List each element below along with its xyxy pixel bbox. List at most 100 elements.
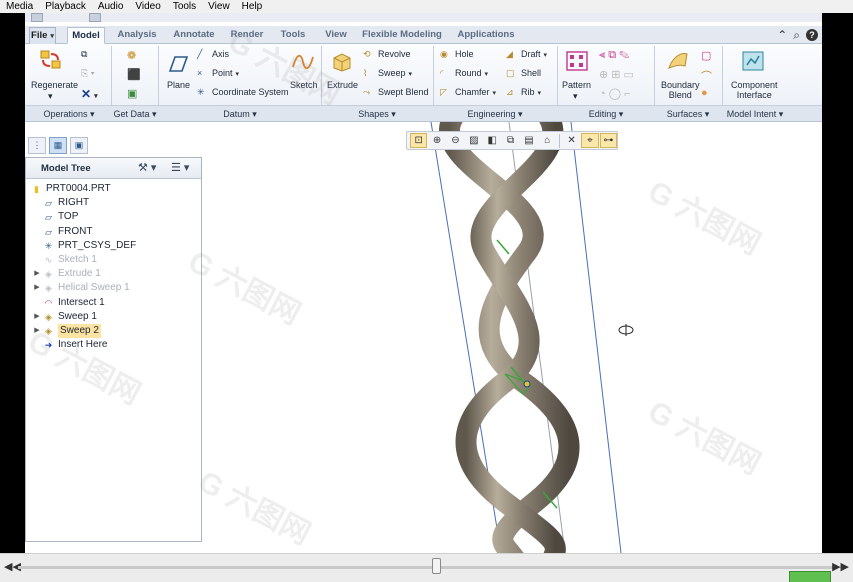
- tab-file[interactable]: File ▾: [29, 27, 56, 44]
- regenerate-button[interactable]: Regenerate: [31, 80, 78, 90]
- group-operations[interactable]: Operations ▾: [29, 106, 109, 122]
- quick-access-icon[interactable]: [89, 13, 101, 22]
- tab-render[interactable]: Render: [228, 27, 266, 44]
- mirror-icon[interactable]: ⫷ ⧉ ✎: [599, 49, 629, 62]
- menu-audio[interactable]: Audio: [98, 0, 124, 13]
- tab-analysis[interactable]: Analysis: [114, 27, 160, 44]
- hole-button[interactable]: ◉ Hole: [440, 49, 474, 60]
- volume-indicator[interactable]: [789, 571, 831, 582]
- delete-icon[interactable]: ✕ ▾: [81, 87, 98, 101]
- menu-view[interactable]: View: [208, 0, 230, 13]
- model-tree-item[interactable]: ▶ ◈ Sweep 1: [32, 310, 97, 324]
- boundary-blend-button[interactable]: Boundary Blend: [661, 80, 700, 100]
- menu-help[interactable]: Help: [242, 0, 263, 13]
- draft-button[interactable]: ◢ Draft ▾: [506, 49, 547, 60]
- coordinate-system-button[interactable]: ✳ Coordinate System: [197, 87, 289, 98]
- rib-icon: ⊿: [506, 87, 514, 98]
- repaint-icon[interactable]: ▨: [465, 133, 482, 148]
- expand-arrow-icon[interactable]: ▶: [32, 324, 42, 338]
- model-tree-item[interactable]: ◠ Intersect 1: [32, 296, 105, 310]
- annotation-display-icon[interactable]: ⌖: [581, 133, 599, 148]
- component-interface-button[interactable]: Component Interface: [731, 80, 778, 100]
- group-editing[interactable]: Editing ▾: [559, 106, 653, 122]
- search-icon[interactable]: ⌕: [793, 28, 800, 43]
- model-tree-item[interactable]: ∿ Sketch 1: [32, 253, 97, 267]
- expand-arrow-icon[interactable]: ▶: [32, 310, 42, 324]
- view-manager-icon[interactable]: ▤: [520, 133, 537, 148]
- tab-view[interactable]: View: [320, 27, 352, 44]
- model-tree-item[interactable]: ▶ ◈ Sweep 2: [32, 324, 101, 338]
- group-get-data[interactable]: Get Data ▾: [113, 106, 157, 122]
- model-tree-item[interactable]: ▶ ◈ Extrude 1: [32, 267, 101, 281]
- graphics-area[interactable]: [205, 122, 822, 553]
- quick-access-icon[interactable]: [31, 13, 43, 22]
- model-tree-item[interactable]: ▶ ◈ Helical Sweep 1: [32, 281, 129, 295]
- perspective-icon[interactable]: ⌂: [539, 133, 556, 148]
- tab-tools[interactable]: Tools: [276, 27, 310, 44]
- model-tree-item[interactable]: ✳ PRT_CSYS_DEF: [32, 239, 136, 253]
- rib-button[interactable]: ⊿ Rib ▾: [506, 87, 541, 98]
- spin-center-toggle-icon[interactable]: ⊶: [599, 133, 618, 148]
- round-button[interactable]: ◜ Round ▾: [440, 68, 488, 79]
- forward-icon[interactable]: ▶▶: [832, 560, 849, 573]
- shell-button[interactable]: ▢ Shell: [506, 68, 541, 79]
- csys-marker: [523, 380, 531, 388]
- tab-flexible-modeling[interactable]: Flexible Modeling: [360, 27, 444, 44]
- seek-bar[interactable]: [18, 566, 833, 569]
- style-icon[interactable]: ⌒: [701, 68, 712, 84]
- menu-tools[interactable]: Tools: [173, 0, 196, 13]
- zoom-in-icon[interactable]: ⊕: [428, 133, 445, 148]
- display-style-icon[interactable]: ◧: [484, 133, 501, 148]
- refit-icon[interactable]: ⊡: [410, 133, 428, 148]
- tab-applications[interactable]: Applications: [452, 27, 520, 44]
- tab-model[interactable]: Model: [67, 27, 105, 44]
- axis-button[interactable]: ╱ Axis: [197, 49, 229, 60]
- zoom-out-icon[interactable]: ⊖: [447, 133, 464, 148]
- model-tree-item[interactable]: ▮ PRT0004.PRT: [30, 182, 111, 196]
- tree-settings-icon[interactable]: ⚒ ▾: [138, 161, 156, 174]
- group-datum[interactable]: Datum ▾: [161, 106, 319, 122]
- model-tree-item[interactable]: ▱ TOP: [32, 210, 78, 224]
- seek-thumb[interactable]: [432, 558, 441, 574]
- tab-annotate[interactable]: Annotate: [170, 27, 218, 44]
- menu-playback[interactable]: Playback: [45, 0, 86, 13]
- model-tree-tab-icon[interactable]: ⋮: [28, 137, 46, 154]
- menu-video[interactable]: Video: [135, 0, 160, 13]
- model-tree-item[interactable]: ➜ Insert Here: [32, 338, 108, 352]
- folder-browser-tab-icon[interactable]: ▦: [49, 137, 67, 154]
- group-model-intent[interactable]: Model Intent ▾: [724, 106, 786, 122]
- extrude-button[interactable]: Extrude: [327, 80, 358, 90]
- pattern-caret-icon[interactable]: ▾: [573, 91, 578, 102]
- model-tree-item[interactable]: ▱ FRONT: [32, 225, 92, 239]
- user-defined-feature-icon[interactable]: ❁: [127, 49, 136, 62]
- rib-label: Rib: [521, 87, 535, 97]
- expand-arrow-icon[interactable]: ▶: [32, 267, 42, 281]
- plane-button[interactable]: Plane: [167, 80, 190, 90]
- datum-display-icon[interactable]: ✕: [563, 133, 580, 148]
- regenerate-caret-icon[interactable]: ▾: [48, 91, 53, 102]
- swept-blend-button[interactable]: ⤳ Swept Blend: [363, 87, 429, 98]
- shrinkwrap-icon[interactable]: ▣: [127, 87, 137, 100]
- tree-show-icon[interactable]: ☰ ▾: [171, 161, 189, 174]
- fill-icon[interactable]: ▢: [701, 49, 711, 62]
- minimize-ribbon-icon[interactable]: ⌃: [777, 28, 787, 42]
- revolve-button[interactable]: ⟲ Revolve: [363, 49, 411, 60]
- menu-media[interactable]: Media: [6, 0, 33, 13]
- group-surfaces[interactable]: Surfaces ▾: [656, 106, 720, 122]
- copy-geometry-icon[interactable]: ⬛: [127, 68, 141, 81]
- sketch-button[interactable]: Sketch: [290, 80, 318, 90]
- group-engineering[interactable]: Engineering ▾: [435, 106, 555, 122]
- pattern-button[interactable]: Pattern: [562, 80, 591, 90]
- help-icon[interactable]: ?: [806, 29, 818, 41]
- favorites-tab-icon[interactable]: ▣: [70, 137, 88, 154]
- model-tree-item[interactable]: ▱ RIGHT: [32, 196, 89, 210]
- point-button[interactable]: × Point ▾: [197, 68, 239, 79]
- saved-orientations-icon[interactable]: ⧉: [502, 133, 519, 148]
- freestyle-icon[interactable]: ●: [701, 87, 708, 99]
- chamfer-button[interactable]: ◸ Chamfer ▾: [440, 87, 496, 98]
- expand-arrow-icon[interactable]: ▶: [32, 281, 42, 295]
- sweep-button[interactable]: ⌇ Sweep ▾: [363, 68, 412, 79]
- revolve-label: Revolve: [378, 49, 411, 59]
- group-shapes[interactable]: Shapes ▾: [323, 106, 431, 122]
- copy-icon[interactable]: ⧉: [81, 49, 87, 60]
